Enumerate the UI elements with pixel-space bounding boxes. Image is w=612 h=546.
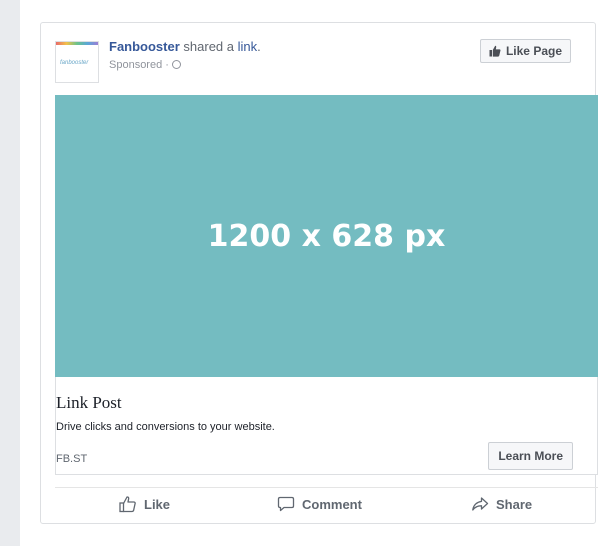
avatar-color-stripe bbox=[56, 42, 98, 45]
like-page-label: Like Page bbox=[505, 44, 562, 58]
like-action[interactable]: Like bbox=[119, 488, 170, 520]
avatar-wordmark: fanbooster bbox=[60, 60, 89, 66]
link-description: Drive clicks and conversions to your web… bbox=[56, 421, 275, 433]
post-actions-bar: Like Comment Share bbox=[55, 487, 598, 520]
post-action-text: shared a bbox=[179, 39, 238, 54]
thumbs-up-outline-icon bbox=[119, 496, 136, 513]
share-action[interactable]: Share bbox=[471, 488, 532, 520]
globe-icon bbox=[171, 60, 181, 69]
share-arrow-icon bbox=[472, 497, 489, 511]
sponsored-post-card: fanbooster Fanbooster shared a link. Spo… bbox=[40, 22, 598, 524]
page-name-link[interactable]: Fanbooster bbox=[109, 39, 180, 54]
link-preview[interactable]: Link Post Drive clicks and conversions t… bbox=[55, 377, 598, 475]
page-avatar[interactable]: fanbooster bbox=[55, 41, 99, 83]
comment-action-label: Comment bbox=[302, 496, 362, 512]
sponsored-line: Sponsored · bbox=[109, 59, 181, 71]
link-domain: FB.ST bbox=[56, 453, 88, 465]
share-action-label: Share bbox=[496, 496, 533, 512]
like-action-label: Like bbox=[144, 496, 171, 512]
learn-more-button[interactable]: Learn More bbox=[488, 442, 573, 470]
comment-bubble-icon bbox=[277, 496, 295, 512]
comment-action[interactable]: Comment bbox=[277, 488, 362, 520]
post-title-line: Fanbooster shared a link. bbox=[109, 39, 261, 54]
image-size-text: 1200 x 628 px bbox=[207, 218, 446, 254]
shared-link-word[interactable]: link bbox=[238, 39, 258, 54]
post-header: fanbooster Fanbooster shared a link. Spo… bbox=[55, 35, 581, 83]
link-title: Link Post bbox=[56, 393, 122, 412]
like-page-button[interactable]: Like Page bbox=[479, 39, 571, 63]
post-action-period: . bbox=[257, 39, 261, 54]
thumbs-up-icon bbox=[489, 45, 501, 57]
sponsored-label[interactable]: Sponsored · bbox=[109, 59, 172, 71]
link-image-placeholder[interactable]: 1200 x 628 px bbox=[55, 95, 598, 377]
